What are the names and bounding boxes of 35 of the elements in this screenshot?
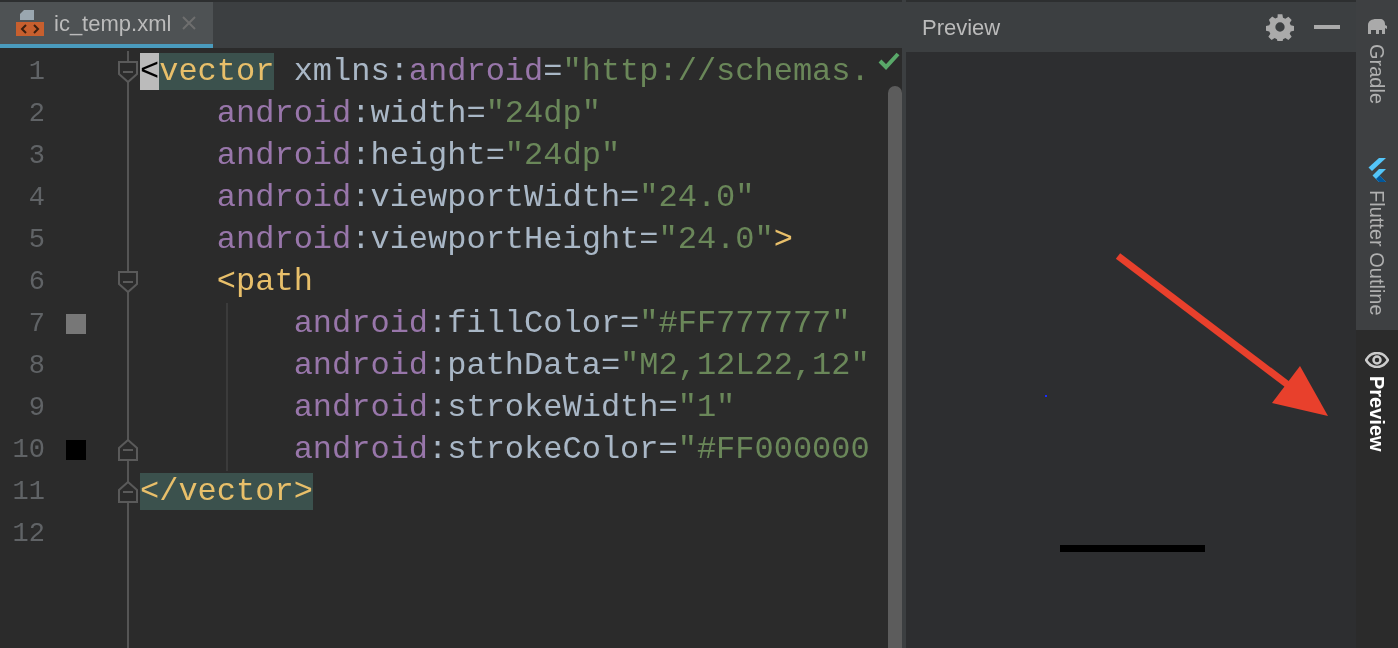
side-tab[interactable]: Flutter Outline (1356, 118, 1398, 330)
eye-icon (1365, 351, 1389, 368)
line-number: 11 (11, 475, 46, 509)
line-number: 5 (27, 223, 46, 257)
fold-icon[interactable] (118, 61, 138, 83)
line-number: 6 (27, 265, 46, 299)
panel-title: Preview (922, 13, 1002, 42)
settings-icon[interactable] (1264, 11, 1296, 43)
file-tab[interactable]: ic_temp.xml (0, 2, 214, 48)
line-number: 2 (27, 97, 46, 131)
elephant-icon (1366, 16, 1388, 36)
code-line: android:height="24dp" (215, 136, 622, 176)
fold-icon[interactable] (118, 271, 138, 293)
flutter-icon (1367, 158, 1387, 183)
minimize-icon[interactable] (1312, 22, 1342, 32)
xml-file-icon (16, 8, 44, 38)
line-number: 7 (27, 307, 46, 341)
code-line: android:width="24dp" (215, 94, 602, 134)
line-number: 4 (27, 181, 46, 215)
fold-icon[interactable] (118, 439, 138, 461)
line-number: 8 (27, 349, 46, 383)
scrollbar-thumb[interactable] (888, 86, 902, 648)
close-icon[interactable] (181, 15, 198, 31)
line-number: 1 (27, 55, 46, 89)
line-number: 9 (27, 391, 46, 425)
line-number: 12 (11, 517, 46, 551)
code-line: <path (215, 262, 314, 302)
check-icon (878, 52, 900, 70)
line-number: 10 (11, 433, 46, 467)
fold-icon[interactable] (118, 481, 138, 503)
side-tab[interactable]: Gradle (1356, 0, 1398, 119)
code-line: android:viewportHeight="24.0"> (215, 220, 794, 260)
line-number: 3 (27, 139, 46, 173)
code-line: android:viewportWidth="24.0" (215, 178, 756, 218)
code-line: <vector xmlns:android="http://schemas. (140, 52, 871, 92)
